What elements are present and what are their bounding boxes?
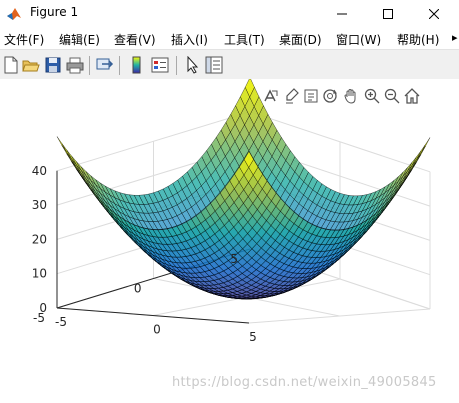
maximize-button[interactable] [365, 0, 411, 28]
z-tick-label: 20 [32, 232, 47, 246]
insert-colorbar-icon[interactable] [128, 56, 146, 74]
menu-window[interactable]: 窗口(W) [336, 31, 381, 48]
edit-plot-arrow-icon[interactable] [184, 56, 202, 74]
property-inspector-icon[interactable] [205, 56, 223, 74]
z-tick-label: 40 [32, 164, 47, 178]
menu-desktop[interactable]: 桌面(D) [279, 31, 322, 48]
save-icon[interactable] [44, 56, 62, 74]
link-plot-icon[interactable] [96, 56, 114, 74]
minimize-button[interactable] [319, 0, 365, 28]
insert-legend-icon[interactable] [151, 56, 169, 74]
toolbar-separator [119, 56, 120, 75]
z-tick-label: 30 [32, 198, 47, 212]
minimize-icon [337, 13, 347, 15]
menu-help[interactable]: 帮助(H) [397, 31, 439, 48]
figure-canvas[interactable]: 0 10 20 30 40 -5 0 5 -5 0 5 https://blog.csdn.net/… [0, 79, 459, 403]
print-icon[interactable] [66, 56, 84, 74]
menu-file[interactable]: 文件(F) [4, 31, 44, 48]
open-file-icon[interactable] [22, 56, 40, 74]
window-title: Figure 1 [30, 5, 79, 19]
menu-tools[interactable]: 工具(T) [224, 31, 265, 48]
surface-patch [411, 150, 422, 166]
surface-plot[interactable]: 010203040-505-505 [0, 79, 459, 403]
menu-bar: 文件(F) 编辑(E) 查看(V) 插入(I) 工具(T) 桌面(D) 窗口(W… [0, 28, 459, 49]
matlab-logo-icon [7, 8, 21, 20]
close-icon [429, 9, 439, 19]
x-tick-label: 0 [153, 323, 161, 337]
toolbar-separator [89, 56, 90, 75]
close-button[interactable] [411, 0, 457, 28]
x-tick-label: -5 [55, 315, 67, 329]
title-bar: Figure 1 [0, 0, 459, 28]
menu-edit[interactable]: 编辑(E) [59, 31, 100, 48]
y-tick-label: 5 [230, 252, 238, 266]
surface-patch [66, 149, 77, 165]
y-tick-label: -5 [33, 311, 45, 325]
figure-toolbar [0, 49, 459, 79]
x-axis-line [56, 307, 250, 324]
toolbar-separator [176, 56, 177, 75]
menu-insert[interactable]: 插入(I) [171, 31, 208, 48]
z-tick-label: 10 [32, 267, 47, 281]
maximize-icon [383, 9, 393, 19]
grid-line [248, 308, 431, 324]
watermark-text: https://blog.csdn.net/weixin_49005845 [172, 375, 437, 390]
x-tick-label: 5 [249, 330, 257, 344]
new-figure-icon[interactable] [2, 56, 20, 74]
menu-view[interactable]: 查看(V) [114, 31, 156, 48]
surface-mesh [56, 79, 431, 300]
menu-overflow-icon[interactable]: ▸ [452, 31, 458, 44]
y-tick-label: 0 [134, 282, 142, 296]
